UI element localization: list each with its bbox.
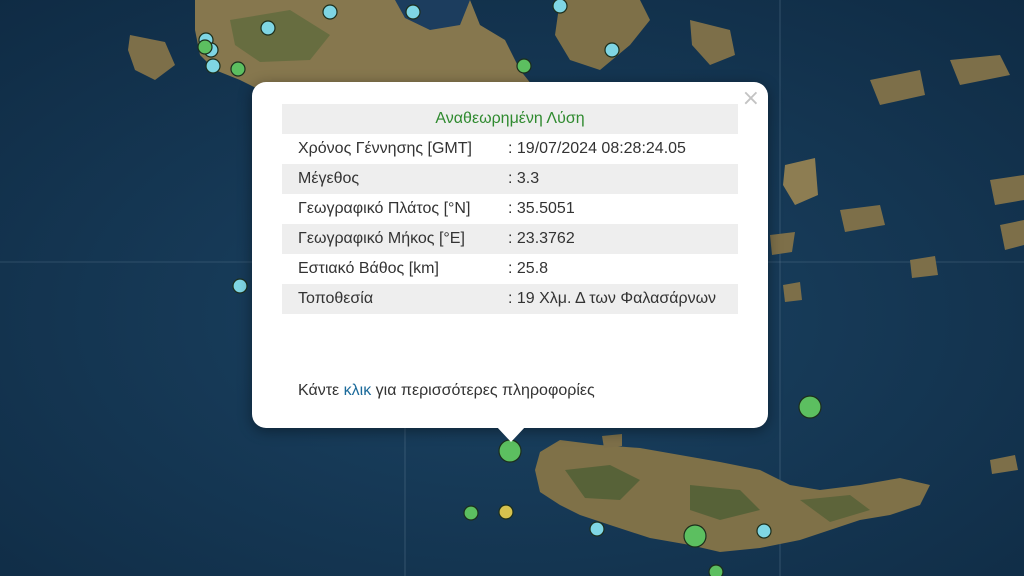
more-info-link[interactable]: κλικ bbox=[344, 382, 372, 399]
earthquake-marker[interactable] bbox=[205, 58, 221, 74]
close-icon[interactable]: × bbox=[742, 88, 760, 110]
earthquake-marker[interactable] bbox=[798, 395, 822, 419]
island bbox=[990, 175, 1024, 205]
earthquake-marker[interactable] bbox=[197, 39, 213, 55]
row-label: Εστιακό Βάθος [km] bbox=[298, 260, 439, 277]
more-info-line: Κάντε κλικ για περισσότερες πληροφορίες bbox=[298, 382, 595, 400]
earthquake-marker[interactable] bbox=[604, 42, 620, 58]
more-info-prefix: Κάντε bbox=[298, 382, 340, 399]
earthquake-marker[interactable] bbox=[498, 439, 522, 463]
info-row-latitude: Γεωγραφικό Πλάτος [°N] : 35.5051 bbox=[282, 194, 738, 224]
earthquake-marker[interactable] bbox=[260, 20, 276, 36]
earthquake-marker[interactable] bbox=[463, 505, 479, 521]
earthquake-marker[interactable] bbox=[708, 564, 724, 576]
popup-header-row: Αναθεωρημένη Λύση bbox=[282, 104, 738, 134]
earthquake-marker[interactable] bbox=[232, 278, 248, 294]
event-info-table: Αναθεωρημένη Λύση Χρόνος Γέννησης [GMT] … bbox=[282, 104, 738, 314]
info-row-location: Τοποθεσία : 19 Χλμ. Δ των Φαλασάρνων bbox=[282, 284, 738, 314]
popup-pointer bbox=[496, 426, 526, 442]
row-value: : 3.3 bbox=[492, 164, 738, 194]
row-value: : 23.3762 bbox=[492, 224, 738, 254]
earthquake-marker[interactable] bbox=[230, 61, 246, 77]
island bbox=[770, 232, 795, 255]
island bbox=[783, 282, 802, 302]
earthquake-marker[interactable] bbox=[552, 0, 568, 14]
row-value: : 35.5051 bbox=[508, 200, 575, 217]
row-label: Γεωγραφικό Μήκος [°E] bbox=[282, 224, 492, 254]
event-popup: × Αναθεωρημένη Λύση Χρόνος Γέννησης [GMT… bbox=[252, 82, 768, 428]
row-value: : 19/07/2024 08:28:24.05 bbox=[508, 140, 686, 157]
info-row-origin-time: Χρόνος Γέννησης [GMT] : 19/07/2024 08:28… bbox=[282, 134, 738, 164]
island bbox=[602, 434, 622, 448]
row-label: Γεωγραφικό Πλάτος [°N] bbox=[298, 200, 471, 217]
earthquake-marker[interactable] bbox=[683, 524, 707, 548]
row-value: : 19 Χλμ. Δ των Φαλασάρνων bbox=[492, 284, 738, 314]
info-row-magnitude: Μέγεθος : 3.3 bbox=[282, 164, 738, 194]
earthquake-marker[interactable] bbox=[756, 523, 772, 539]
row-label: Τοποθεσία bbox=[282, 284, 492, 314]
earthquake-marker[interactable] bbox=[498, 504, 514, 520]
earthquake-marker[interactable] bbox=[589, 521, 605, 537]
earthquake-marker[interactable] bbox=[516, 58, 532, 74]
row-label: Μέγεθος bbox=[282, 164, 492, 194]
more-info-suffix: για περισσότερες πληροφορίες bbox=[375, 382, 595, 399]
row-label: Χρόνος Γέννησης [GMT] bbox=[298, 140, 472, 157]
popup-title: Αναθεωρημένη Λύση bbox=[282, 104, 738, 134]
earthquake-marker[interactable] bbox=[322, 4, 338, 20]
info-row-depth: Εστιακό Βάθος [km] : 25.8 bbox=[282, 254, 738, 284]
info-row-longitude: Γεωγραφικό Μήκος [°E] : 23.3762 bbox=[282, 224, 738, 254]
earthquake-marker[interactable] bbox=[405, 4, 421, 20]
row-value: : 25.8 bbox=[508, 260, 549, 277]
